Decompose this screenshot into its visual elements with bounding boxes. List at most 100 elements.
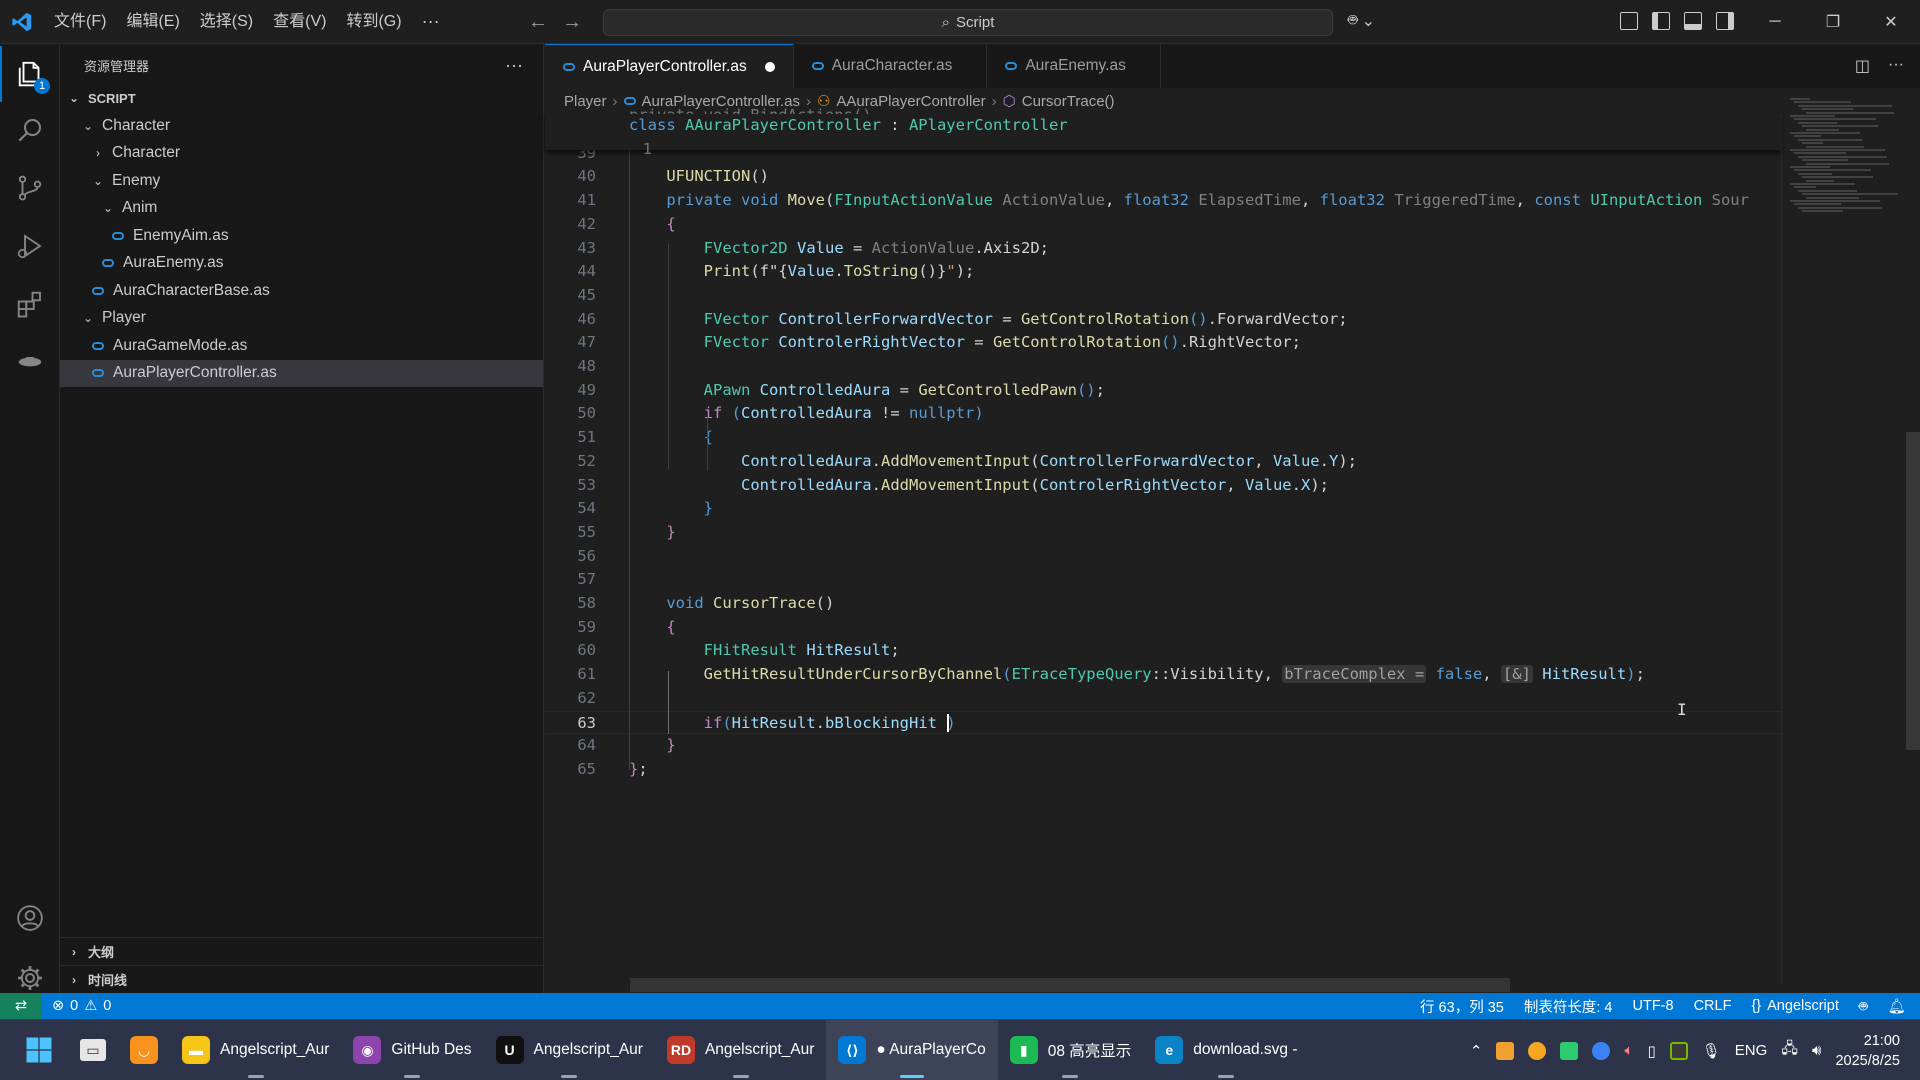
taskbar-app-button[interactable]: ▬ Angelscript_Aur [170,1020,341,1080]
vertical-scrollbar[interactable] [1906,432,1920,750]
close-icon[interactable]: ✕ [1862,0,1920,44]
code-line[interactable]: 65}; [545,758,1781,782]
taskbar-app-button[interactable]: RD Angelscript_Aur [655,1020,826,1080]
code-line[interactable]: 55 } [545,521,1781,545]
tree-folder-character-sub[interactable]: › Character [60,140,543,168]
menu-go[interactable]: 转到(G) [336,0,411,44]
tree-folder-anim[interactable]: ⌄ Anim [60,195,543,223]
remote-indicator-icon[interactable]: ⇄ [0,993,42,1019]
cursor-position[interactable]: 行 63，列 35 [1410,996,1514,1017]
code-line[interactable]: 59 { [545,616,1781,640]
taskbar-app-button[interactable]: ◉ GitHub Des [341,1020,483,1080]
back-arrow-icon[interactable]: ← [528,11,548,34]
code-line[interactable]: 48 [545,355,1781,379]
code-line[interactable]: 61 GetHitResultUnderCursorByChannel(ETra… [545,663,1781,687]
microphone-icon[interactable]: 🎙︎ [1702,1042,1721,1060]
tree-folder-character[interactable]: ⌄ Character [60,112,543,140]
tray-app-icon[interactable] [1560,1041,1579,1060]
code-line[interactable]: 50 if (ControlledAura != nullptr) [545,402,1781,426]
input-language[interactable]: ENG [1735,1042,1768,1059]
tree-file-auraenemy[interactable]: AuraEnemy.as [60,250,543,278]
problems-indicator[interactable]: ⊗ 0 ⚠ 0 [42,998,121,1014]
tree-folder-player[interactable]: ⌄ Player [60,305,543,333]
menu-view[interactable]: 查看(V) [263,0,336,44]
minimap[interactable] [1781,98,1898,984]
indentation[interactable]: 制表符长度: 4 [1514,996,1623,1017]
tree-file-auraplayercontroller[interactable]: AuraPlayerController.as [60,359,543,387]
menu-file[interactable]: 文件(F) [44,0,116,44]
code-line[interactable]: 54 } [545,497,1781,521]
code-line[interactable]: 52 ControlledAura.AddMovementInput(Contr… [545,450,1781,474]
notifications-bell-icon[interactable]: 🔔︎ [1878,998,1920,1015]
code-line[interactable]: 51 { [545,426,1781,450]
code-line[interactable]: 56 [545,545,1781,569]
forward-arrow-icon[interactable]: → [562,11,582,34]
tree-file-auragamemode[interactable]: AuraGameMode.as [60,332,543,360]
tree-folder-enemy[interactable]: ⌄ Enemy [60,167,543,195]
tree-file-auracharacterbase[interactable]: AuraCharacterBase.as [60,277,543,305]
search-view-icon[interactable] [0,102,60,158]
copilot-button[interactable]: 🤖︎ ⌄ [1348,10,1375,32]
code-line[interactable]: 53 ControlledAura.AddMovementInput(Contr… [545,474,1781,498]
tray-app-icon[interactable] [1528,1041,1547,1060]
store-app-button[interactable]: ◡ [118,1020,170,1080]
extensions-icon[interactable] [0,276,60,332]
tab-auracharacter[interactable]: AuraCharacter.as [794,44,988,88]
explorer-more-button[interactable]: ··· [505,55,523,76]
accounts-icon[interactable] [0,890,60,946]
code-line[interactable]: 47 FVector ControlerRightVector = GetCon… [545,331,1781,355]
language-mode[interactable]: {} Angelscript [1741,998,1848,1014]
toggle-secondary-sidebar-icon[interactable] [1716,12,1734,30]
tray-app-icon[interactable] [1592,1041,1611,1060]
code-line[interactable]: 57 [545,568,1781,592]
restore-icon[interactable]: ❐ [1804,0,1862,44]
line-ending[interactable]: CRLF [1684,998,1742,1014]
code-line[interactable]: 62 [545,687,1781,711]
code-line[interactable]: 43 FVector2D Value = ActionValue.Axis2D; [545,237,1781,261]
taskbar-app-button[interactable]: ▮ 08 高亮显示 [998,1020,1144,1080]
code-line[interactable]: 60 FHitResult HitResult; [545,639,1781,663]
task-view-button[interactable]: ▭ [68,1020,118,1080]
code-line[interactable]: 46 FVector ControllerForwardVector = Get… [545,308,1781,332]
workspace-root[interactable]: ⌄ SCRIPT [60,86,543,110]
code-line[interactable]: 49 APawn ControlledAura = GetControlledP… [545,379,1781,403]
run-debug-icon[interactable] [0,218,60,274]
code-line[interactable]: 41 private void Move(FInputActionValue A… [545,189,1781,213]
remote-explorer-icon[interactable] [0,334,60,390]
unsaved-dot-icon[interactable] [764,61,775,72]
code-line[interactable]: 63 if(HitResult.bBlockingHit ) [545,710,1781,735]
code-line[interactable]: 42 { [545,213,1781,237]
taskbar-app-button[interactable]: ⟨⟩ ● AuraPlayerCo [826,1019,998,1080]
start-button[interactable] [0,1020,68,1080]
minimize-icon[interactable]: ─ [1746,0,1804,44]
sound-icon[interactable]: 🔊︎ [1812,1042,1821,1059]
code-line[interactable]: 40 UFUNCTION() [545,165,1781,189]
tree-file-enemyaim[interactable]: EnemyAim.as [60,222,543,250]
encoding[interactable]: UTF-8 [1622,998,1683,1014]
toggle-sidebar-icon[interactable] [1652,12,1670,30]
outline-section[interactable]: › 大纲 [60,937,544,965]
explorer-icon[interactable]: 1 [0,46,60,102]
toggle-panel-icon[interactable] [1684,12,1702,30]
tray-app-icon[interactable] [1496,1041,1515,1060]
source-control-icon[interactable] [0,160,60,216]
clock[interactable]: 21:00 2025/8/25 [1835,1031,1900,1071]
sticky-scroll[interactable]: 1 class AAuraPlayerController : APlayerC… [545,114,1781,158]
split-editor-icon[interactable]: ◫ [1855,56,1870,76]
usb-icon[interactable]: ▯ [1647,1042,1655,1060]
code-line[interactable]: 58 void CursorTrace() [545,592,1781,616]
horizontal-scrollbar[interactable] [630,978,1510,992]
code-line[interactable]: 44 Print(f"{Value.ToString()}"); [545,260,1781,284]
code-editor[interactable]: private void BindActions() 1 class AAura… [545,98,1920,992]
more-actions-icon[interactable]: ··· [1888,56,1904,76]
taskbar-app-button[interactable]: U Angelscript_Aur [484,1020,655,1080]
copilot-status-icon[interactable]: 🤖︎ [1849,996,1878,1017]
menu-edit[interactable]: 编辑(E) [116,0,189,44]
timeline-section[interactable]: › 时间线 [60,965,544,993]
nvidia-icon[interactable] [1669,1041,1688,1060]
taskbar-app-button[interactable]: e download.svg - [1143,1020,1309,1080]
network-icon[interactable]: 🖧︎ [1781,1038,1798,1063]
code-line[interactable]: 64 } [545,734,1781,758]
customize-layout-icon[interactable] [1620,12,1638,30]
command-center-search[interactable]: ⌕ Script [603,9,1333,36]
